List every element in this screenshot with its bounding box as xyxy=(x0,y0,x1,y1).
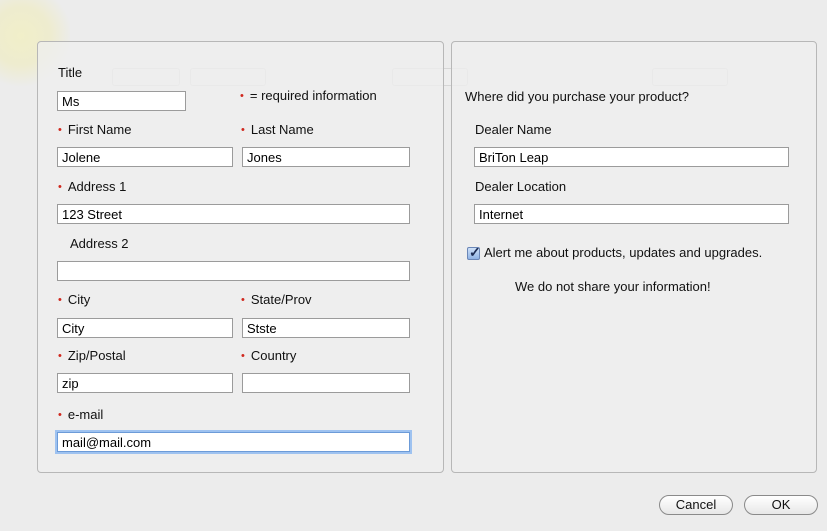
required-note: • = required information xyxy=(240,88,377,103)
email-label: • e-mail xyxy=(58,407,104,422)
privacy-note: We do not share your information! xyxy=(515,279,711,294)
city-label: • City xyxy=(58,292,91,307)
last-name-input[interactable] xyxy=(242,147,410,167)
alert-checkbox[interactable]: ✓ xyxy=(467,244,481,260)
zip-input[interactable] xyxy=(57,373,233,393)
country-input[interactable] xyxy=(242,373,410,393)
dealer-name-input[interactable] xyxy=(474,147,789,167)
state-label: • State/Prov xyxy=(241,292,312,307)
checkmark-icon: ✓ xyxy=(469,244,481,260)
address1-input[interactable] xyxy=(57,204,410,224)
first-name-label: • First Name xyxy=(58,122,132,137)
purchase-question: Where did you purchase your product? xyxy=(465,89,690,104)
address2-input[interactable] xyxy=(57,261,410,281)
address1-label: • Address 1 xyxy=(58,179,127,194)
state-input[interactable] xyxy=(242,318,410,338)
registration-sheet: Title •= required information •First Nam… xyxy=(0,0,827,531)
alert-label[interactable]: Alert me about products, updates and upg… xyxy=(484,245,762,260)
dealer-location-input[interactable] xyxy=(474,204,789,224)
email-input[interactable] xyxy=(57,432,410,452)
cancel-button[interactable]: Cancel xyxy=(659,495,733,515)
country-label: • Country xyxy=(241,348,297,363)
first-name-input[interactable] xyxy=(57,147,233,167)
title-input[interactable] xyxy=(57,91,186,111)
address2-label: Address 2 xyxy=(70,236,129,251)
last-name-label: • Last Name xyxy=(241,122,314,137)
dealer-name-label: Dealer Name xyxy=(475,122,552,137)
ok-button[interactable]: OK xyxy=(744,495,818,515)
dealer-location-label: Dealer Location xyxy=(475,179,567,194)
city-input[interactable] xyxy=(57,318,233,338)
required-marker: • xyxy=(240,90,244,102)
zip-label: • Zip/Postal xyxy=(58,348,126,363)
title-label: Title xyxy=(58,65,83,80)
